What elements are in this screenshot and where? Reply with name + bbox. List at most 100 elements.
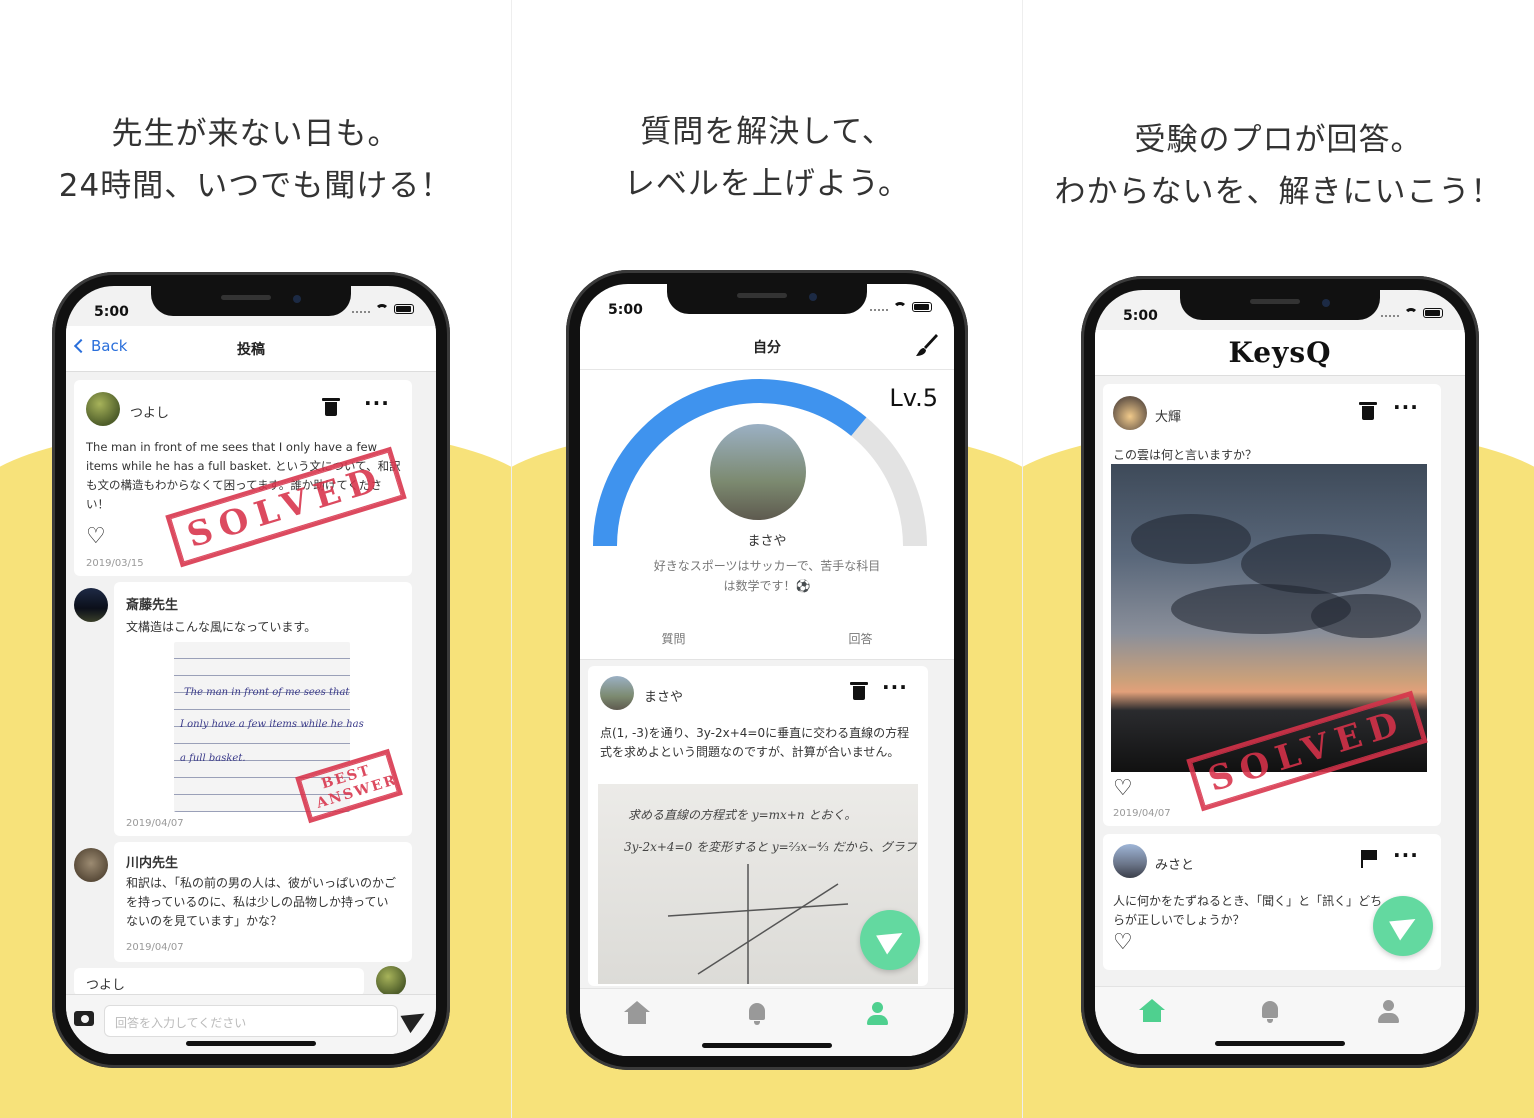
reply-username: つよし: [86, 978, 126, 993]
post-body: 人に何かをたずねるとき、「聞く」と「訊く」どちらが正しいでしょうか？: [1113, 894, 1383, 927]
answer-card[interactable]: 斎藤先生 文構造はこんな風になっています。 The man in front o…: [114, 582, 412, 836]
avatar[interactable]: [1113, 396, 1147, 430]
battery-icon: [1423, 308, 1443, 318]
more-options-icon[interactable]: ···: [882, 677, 908, 697]
answer-username[interactable]: 斎藤先生: [126, 594, 178, 613]
photo-line-2: 3y-2x+4=0 を変形すると y=⅔x−⁴⁄₃ だから、グラフは: [624, 840, 918, 854]
status-time: 5:00: [94, 304, 129, 320]
post-question-button[interactable]: [1373, 896, 1433, 956]
post-body: この雲は何と言いますか？: [1113, 448, 1258, 462]
bell-icon[interactable]: [744, 1001, 772, 1027]
notch: [1180, 290, 1380, 320]
avatar[interactable]: [74, 588, 108, 622]
answer-date: 2019/04/07: [126, 818, 184, 829]
page-title: 投稿: [237, 342, 265, 358]
post-date: 2019/03/15: [86, 558, 144, 569]
status-icons: [1381, 308, 1443, 318]
question-card[interactable]: 大輝 ··· この雲は何と言いますか？ ♡ 2019/04/07 SOLVED: [1103, 384, 1441, 826]
signal-icon: [1381, 309, 1399, 317]
answer-username[interactable]: 川内先生: [126, 852, 178, 871]
signal-icon: [870, 303, 888, 311]
trash-icon[interactable]: [850, 682, 868, 700]
phone-screen: 5:00 自分 Lv.5 まさや 好きなスポーツはサッカーで、苦手な科目は数学で…: [580, 284, 954, 1056]
more-options-icon[interactable]: ···: [1393, 397, 1419, 417]
post-username[interactable]: みさと: [1155, 854, 1194, 873]
heart-icon[interactable]: ♡: [1113, 778, 1133, 800]
avatar[interactable]: [1113, 844, 1147, 878]
screenshot-panel-1: 先生が来ない日も。 24時間、いつでも聞ける！ 5:00 Back 投稿 つよし…: [0, 0, 511, 1118]
trash-icon[interactable]: [1359, 402, 1377, 420]
speaker: [737, 293, 787, 298]
bell-icon[interactable]: [1257, 999, 1285, 1025]
note-line-1: The man in front of me sees that: [184, 687, 350, 698]
heart-icon[interactable]: ♡: [86, 526, 106, 548]
profile-avatar[interactable]: [710, 424, 806, 520]
more-options-icon[interactable]: ···: [364, 393, 390, 413]
page-title: 自分: [753, 340, 781, 356]
headline-line-2: わからないを、解きにいこう！: [1054, 174, 1503, 210]
post-username[interactable]: まさや: [644, 686, 683, 705]
battery-icon: [394, 304, 414, 314]
nav-bar: KeysQ: [1095, 330, 1465, 376]
reply-preview: つよし: [74, 968, 364, 996]
brush-icon[interactable]: [914, 334, 940, 360]
person-icon[interactable]: [1375, 999, 1403, 1025]
person-icon[interactable]: [864, 1001, 892, 1027]
headline: 受験のプロが回答。 わからないを、解きにいこう！: [1023, 114, 1534, 218]
tab-answers[interactable]: 回答: [767, 616, 954, 659]
app-logo: KeysQ: [1228, 336, 1332, 369]
home-icon[interactable]: [624, 1001, 652, 1027]
phone-screen: 5:00 Back 投稿 つよし ··· The man in front of…: [66, 286, 436, 1054]
home-icon[interactable]: [1139, 999, 1167, 1025]
headline-line-1: 質問を解決して、: [640, 114, 894, 150]
camera: [1322, 299, 1330, 307]
nav-bar: Back 投稿: [66, 326, 436, 372]
avatar[interactable]: [86, 392, 120, 426]
phone-frame: 5:00 KeysQ 大輝 ··· この雲は何と言いますか？ ♡ 2019/04…: [1081, 276, 1479, 1068]
phone-frame: 5:00 自分 Lv.5 まさや 好きなスポーツはサッカーで、苦手な科目は数学で…: [566, 270, 968, 1070]
level-label: Lv.5: [889, 384, 938, 412]
photo-line-1: 求める直線の方程式を y=mx+n とおく。: [628, 808, 857, 822]
profile-tabs: 質問 回答: [580, 616, 954, 660]
status-icons: [870, 302, 932, 312]
camera: [809, 293, 817, 301]
answer-card[interactable]: 川内先生 和訳は、「私の前の男の人は、彼がいっぱいのかごを持っているのに、私は少…: [114, 842, 412, 962]
nav-bar: 自分: [580, 324, 954, 370]
phone-screen: 5:00 KeysQ 大輝 ··· この雲は何と言いますか？ ♡ 2019/04…: [1095, 290, 1465, 1054]
wifi-icon: [1404, 308, 1418, 318]
post-question-button[interactable]: [860, 910, 920, 970]
status-icons: [352, 304, 414, 314]
headline-line-2: 24時間、いつでも聞ける！: [58, 168, 453, 204]
flag-icon[interactable]: [1361, 850, 1377, 868]
post-body: 点(1, -3)を通り、3y-2x+4=0に垂直に交わる直線の方程式を求めよとい…: [600, 726, 910, 759]
avatar[interactable]: [376, 966, 406, 996]
graph-sketch: [667, 864, 849, 984]
speaker: [1250, 299, 1300, 304]
cloud: [1311, 594, 1421, 638]
notch: [667, 284, 867, 314]
post-username[interactable]: つよし: [130, 402, 169, 421]
note-line-2: I only have a few items while he has: [180, 719, 364, 730]
screenshot-panel-3: 受験のプロが回答。 わからないを、解きにいこう！ 5:00 KeysQ 大輝 ·…: [1022, 0, 1534, 1118]
answer-body: 和訳は、「私の前の男の人は、彼がいっぱいのかごを持っているのに、私は少しの品物し…: [126, 876, 397, 928]
question-card[interactable]: つよし ··· The man in front of me sees that…: [74, 380, 412, 576]
status-time: 5:00: [608, 302, 643, 318]
post-username[interactable]: 大輝: [1155, 406, 1181, 425]
cloud: [1131, 514, 1251, 564]
trash-icon[interactable]: [322, 398, 340, 416]
send-icon[interactable]: [400, 1004, 430, 1034]
heart-icon[interactable]: ♡: [1113, 932, 1133, 954]
avatar[interactable]: [74, 848, 108, 882]
note-line-3: a full basket.: [180, 753, 246, 764]
camera: [293, 295, 301, 303]
home-indicator: [1215, 1041, 1345, 1046]
wifi-icon: [893, 302, 907, 312]
battery-icon: [912, 302, 932, 312]
more-options-icon[interactable]: ···: [1393, 845, 1419, 865]
tab-questions[interactable]: 質問: [580, 616, 767, 659]
home-indicator: [186, 1041, 316, 1046]
answer-input[interactable]: 回答を入力してください: [104, 1005, 398, 1037]
signal-icon: [352, 305, 370, 313]
avatar[interactable]: [600, 676, 634, 710]
camera-icon[interactable]: [74, 1011, 94, 1026]
